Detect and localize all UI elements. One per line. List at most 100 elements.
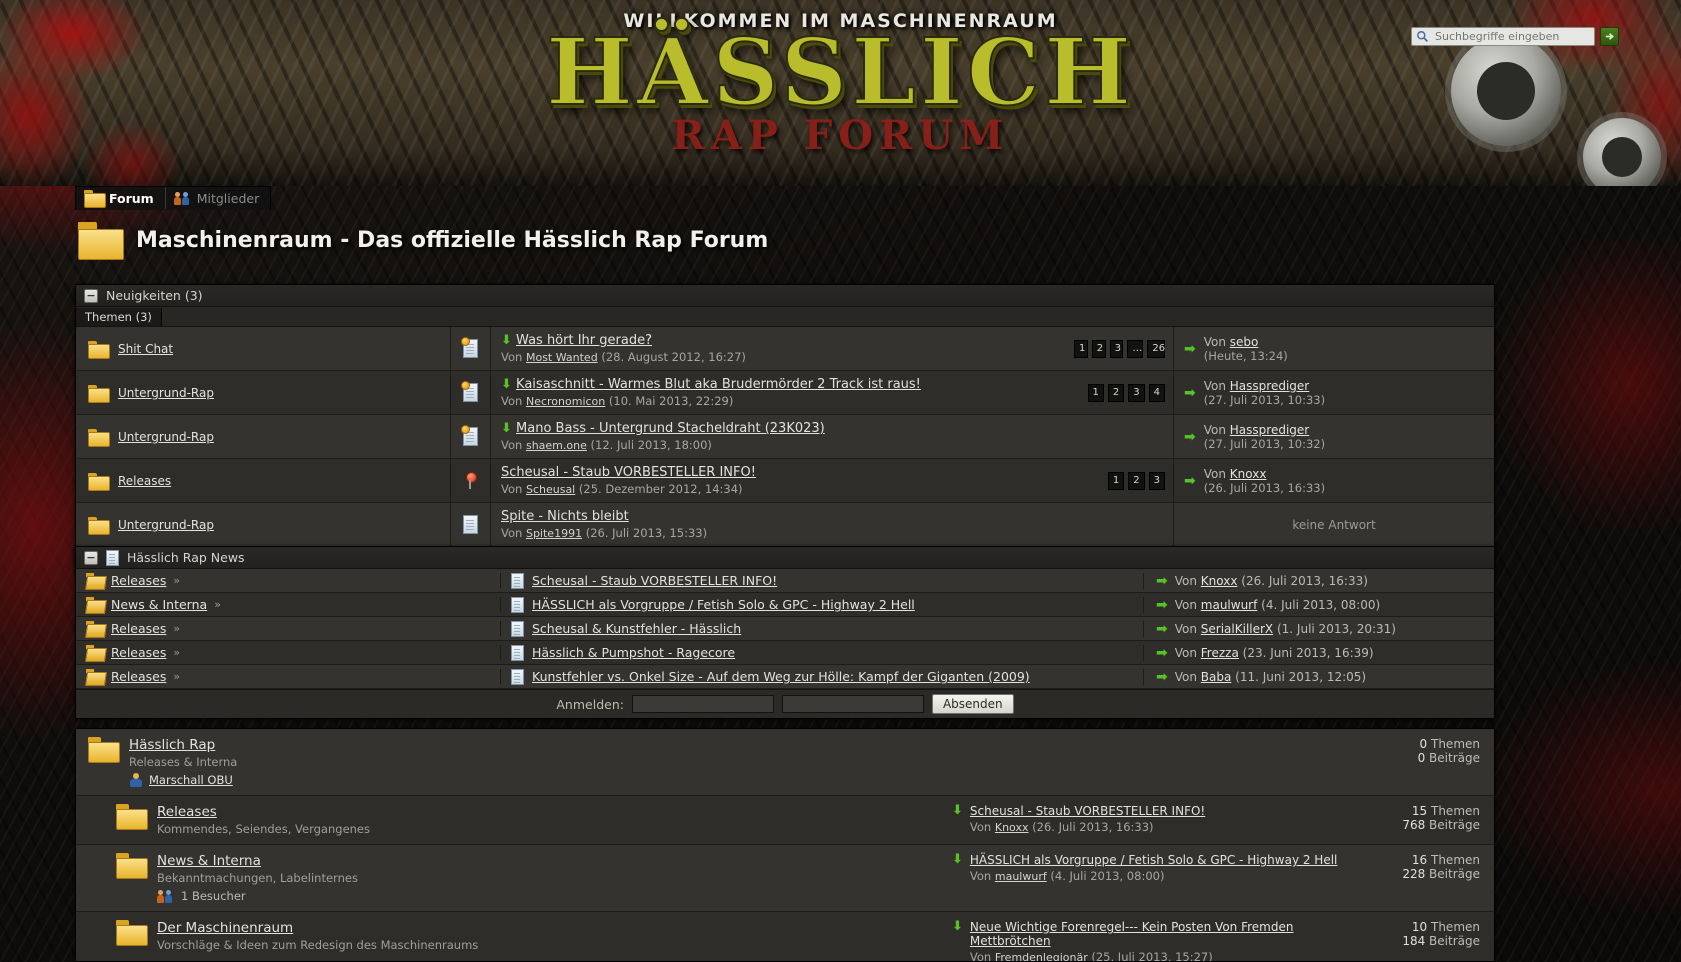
topic-link[interactable]: Spite - Nichts bleibt [501, 509, 629, 524]
forum-link[interactable]: Shit Chat [118, 342, 173, 356]
topic-link[interactable]: Mano Bass - Untergrund Stacheldraht (23K… [516, 421, 825, 436]
last-post-author[interactable]: sebo [1230, 335, 1259, 349]
password-field[interactable] [781, 695, 924, 713]
list-item[interactable]: Releases » Kunstfehler vs. Onkel Size - … [76, 665, 1494, 689]
table-row[interactable]: Untergrund-Rap ⬇ Mano Bass - Untergrund … [76, 415, 1494, 459]
page-badge[interactable]: 4 [1148, 383, 1165, 402]
topic-author-link[interactable]: Spite1991 [526, 527, 582, 540]
arrow-right-icon[interactable]: ➡ [1156, 598, 1168, 612]
search-submit-button[interactable] [1600, 27, 1619, 46]
page-badge[interactable]: 1 [1107, 471, 1125, 490]
arrow-right-icon[interactable]: ➡ [1156, 574, 1168, 588]
arrow-right-icon[interactable]: ➡ [1156, 622, 1168, 636]
last-post-author[interactable]: Fremdenlegionär [995, 951, 1088, 961]
news-category-link[interactable]: News & Interna [111, 597, 207, 612]
news-author-link[interactable]: maulwurf [1201, 598, 1258, 612]
table-row[interactable]: Untergrund-Rap Spite - Nichts bleibt Von… [76, 503, 1494, 547]
table-row[interactable]: Shit Chat ⬇ Was hört Ihr gerade? Von Mos… [76, 327, 1494, 371]
page-badge[interactable]: 2 [1091, 339, 1106, 358]
forum-link[interactable]: Untergrund-Rap [118, 386, 214, 400]
pagination-cell[interactable]: 1 2 3 [1074, 459, 1174, 502]
news-title-link[interactable]: Scheusal - Staub VORBESTELLER INFO! [532, 573, 777, 588]
forum-link[interactable]: Releases [118, 474, 171, 488]
tab-themen[interactable]: Themen (3) [76, 307, 162, 326]
news-category-link[interactable]: Releases [111, 621, 166, 636]
search-icon [1417, 31, 1428, 42]
topic-author-link[interactable]: shaem.one [526, 439, 587, 452]
news-category-link[interactable]: Releases [111, 573, 166, 588]
news-author-link[interactable]: Frezza [1201, 646, 1239, 660]
arrow-right-icon[interactable]: ➡ [1184, 342, 1196, 356]
page-badge-ellipsis[interactable]: … [1127, 339, 1144, 358]
news-title-link[interactable]: Scheusal & Kunstfehler - Hässlich [532, 621, 741, 636]
news-category-link[interactable]: Releases [111, 669, 166, 684]
topic-link[interactable]: Was hört Ihr gerade? [516, 333, 652, 348]
arrow-right-icon[interactable]: ➡ [1156, 670, 1168, 684]
last-post-title[interactable]: Neue Wichtige Forenregel--- Kein Posten … [970, 920, 1294, 948]
news-author-link[interactable]: Knoxx [1201, 574, 1238, 588]
username-field[interactable] [631, 695, 774, 713]
news-title-link[interactable]: Hässlich & Pumpshot - Ragecore [532, 645, 735, 660]
last-post-author[interactable]: maulwurf [995, 870, 1047, 883]
folder-icon [116, 920, 148, 946]
news-category-link[interactable]: Releases [111, 645, 166, 660]
last-post-author[interactable]: Hassprediger [1230, 379, 1309, 393]
login-label: Anmelden: [556, 696, 624, 712]
page-badge[interactable]: 1 [1087, 383, 1104, 402]
arrow-right-icon[interactable]: ➡ [1184, 474, 1196, 488]
category-row[interactable]: Hässlich Rap Releases & Interna Marschal… [76, 729, 1494, 796]
last-post-title[interactable]: Scheusal - Staub VORBESTELLER INFO! [970, 804, 1205, 818]
page-badge[interactable]: 3 [1148, 471, 1165, 490]
news-author-link[interactable]: Baba [1201, 670, 1232, 684]
forum-row[interactable]: Releases Kommendes, Seiendes, Vergangene… [76, 796, 1494, 845]
row-topic-cell: ⬇ Was hört Ihr gerade? Von Most Wanted (… [491, 327, 1074, 370]
list-item[interactable]: Releases » Scheusal & Kunstfehler - Häss… [76, 617, 1494, 641]
category-link[interactable]: Hässlich Rap [129, 737, 215, 753]
moderator-link[interactable]: Marschall OBU [149, 773, 233, 787]
forum-link[interactable]: Der Maschinenraum [157, 920, 293, 936]
last-post-author[interactable]: Knoxx [1230, 467, 1267, 481]
page-badge[interactable]: 3 [1109, 339, 1124, 358]
page-badge[interactable]: 3 [1128, 383, 1145, 402]
last-post-author[interactable]: Knoxx [995, 821, 1029, 834]
arrow-right-icon[interactable]: ➡ [1184, 386, 1196, 400]
arrow-right-icon[interactable]: ➡ [1156, 646, 1168, 660]
topic-meta: Von Most Wanted (28. August 2012, 16:27) [501, 350, 746, 364]
pagination-cell[interactable]: 1 2 3 … 26 [1073, 327, 1174, 370]
topic-author-link[interactable]: Scheusal [526, 483, 575, 496]
arrow-right-icon[interactable]: ➡ [1184, 430, 1196, 444]
list-item[interactable]: Releases » Scheusal - Staub VORBESTELLER… [76, 569, 1494, 593]
topic-link[interactable]: Kaisaschnitt - Warmes Blut aka Brudermör… [516, 377, 921, 392]
last-post-author[interactable]: Hassprediger [1230, 423, 1309, 437]
search-box[interactable] [1411, 27, 1595, 46]
forum-row[interactable]: News & Interna Bekanntmachungen, Labelin… [76, 845, 1494, 912]
last-post-title[interactable]: HÄSSLICH als Vorgruppe / Fetish Solo & G… [970, 853, 1337, 867]
page-badge-last[interactable]: 26 [1147, 339, 1165, 358]
collapse-toggle[interactable]: − [84, 550, 98, 565]
main-navigation[interactable]: Forum Mitglieder [75, 186, 272, 210]
list-item[interactable]: Releases » Hässlich & Pumpshot - Ragecor… [76, 641, 1494, 665]
topic-link[interactable]: Scheusal - Staub VORBESTELLER INFO! [501, 465, 756, 480]
nav-tab-forum[interactable]: Forum [76, 187, 166, 209]
forum-link[interactable]: Untergrund-Rap [118, 430, 214, 444]
search-input[interactable] [1433, 29, 1590, 44]
news-title-link[interactable]: Kunstfehler vs. Onkel Size - Auf dem Weg… [532, 669, 1030, 684]
forum-link[interactable]: News & Interna [157, 853, 261, 869]
page-badge[interactable]: 2 [1128, 471, 1145, 490]
collapse-toggle[interactable]: − [84, 288, 98, 303]
list-item[interactable]: News & Interna » HÄSSLICH als Vorgruppe … [76, 593, 1494, 617]
topic-author-link[interactable]: Necronomicon [526, 395, 605, 408]
page-badge[interactable]: 2 [1107, 383, 1125, 402]
pagination-cell[interactable]: 1 2 3 4 [1074, 371, 1174, 414]
nav-tab-mitglieder[interactable]: Mitglieder [166, 187, 271, 209]
table-row[interactable]: Untergrund-Rap ⬇ Kaisaschnitt - Warmes B… [76, 371, 1494, 415]
topic-author-link[interactable]: Most Wanted [526, 351, 598, 364]
news-title-link[interactable]: HÄSSLICH als Vorgruppe / Fetish Solo & G… [532, 597, 915, 612]
page-badge[interactable]: 1 [1073, 339, 1088, 358]
table-row[interactable]: Releases Scheusal - Staub VORBESTELLER I… [76, 459, 1494, 503]
forum-link[interactable]: Untergrund-Rap [118, 518, 214, 532]
news-author-link[interactable]: SerialKillerX [1201, 622, 1273, 636]
login-submit-button[interactable]: Absenden [931, 694, 1014, 714]
forum-link[interactable]: Releases [157, 804, 217, 820]
forum-row[interactable]: Der Maschinenraum Vorschläge & Ideen zum… [76, 912, 1494, 961]
